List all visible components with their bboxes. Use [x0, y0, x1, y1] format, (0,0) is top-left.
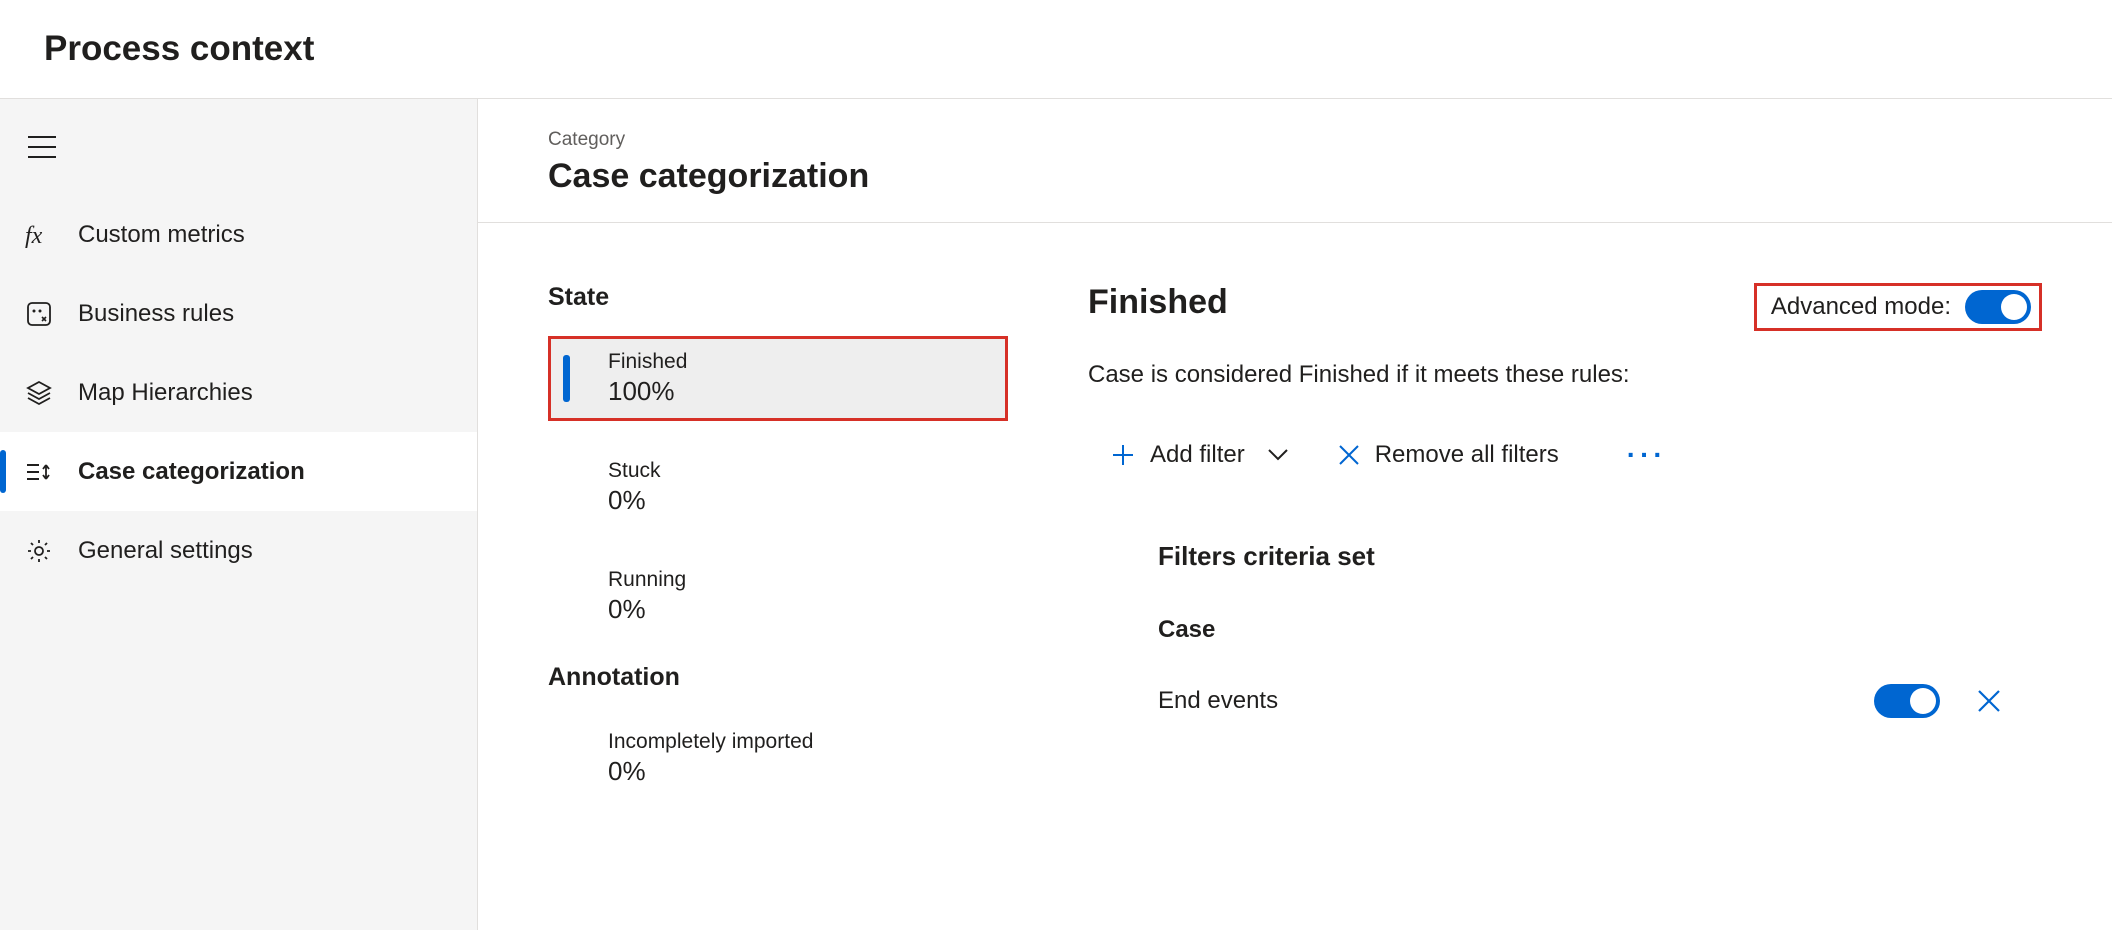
filter-actions: Add filter Remove all filters ···: [1110, 439, 2042, 471]
sidebar-item-custom-metrics[interactable]: fx Custom metrics: [0, 195, 477, 274]
toggle-knob: [1910, 688, 1936, 714]
sidebar: fx Custom metrics Business rules Map Hie…: [0, 99, 478, 930]
advanced-mode-toggle[interactable]: [1965, 290, 2031, 324]
close-icon: [1337, 443, 1361, 467]
add-filter-label: Add filter: [1150, 441, 1245, 469]
state-panel: State Finished 100% Stuck 0% Running 0% …: [548, 283, 1008, 825]
state-item-stuck[interactable]: Stuck 0%: [548, 445, 1008, 530]
state-item-label: Finished: [608, 350, 982, 374]
state-heading: State: [548, 283, 1008, 312]
sidebar-item-case-categorization[interactable]: Case categorization: [0, 432, 477, 511]
category-label: Category: [548, 129, 2042, 151]
sidebar-item-business-rules[interactable]: Business rules: [0, 274, 477, 353]
annotation-item-incompletely-imported[interactable]: Incompletely imported 0%: [548, 716, 1008, 801]
page-header: Process context: [0, 0, 2112, 99]
remove-all-filters-label: Remove all filters: [1375, 441, 1559, 469]
criteria-row-remove-button[interactable]: [1976, 688, 2002, 714]
advanced-mode-group: Advanced mode:: [1754, 283, 2042, 331]
sidebar-item-general-settings[interactable]: General settings: [0, 511, 477, 590]
detail-description: Case is considered Finished if it meets …: [1088, 361, 2042, 389]
toggle-knob: [2001, 294, 2027, 320]
criteria-heading: Filters criteria set: [1158, 541, 2042, 572]
sidebar-item-label: Case categorization: [78, 458, 305, 486]
criteria-row-controls: [1874, 684, 2002, 718]
detail-title: Finished: [1088, 283, 1228, 322]
plus-icon: [1110, 442, 1136, 468]
detail-panel: Finished Advanced mode: Case is consider…: [1088, 283, 2042, 825]
gear-icon: [24, 536, 54, 566]
criteria-sub-heading: Case: [1158, 616, 2042, 644]
main-header: Category Case categorization: [478, 99, 2112, 223]
rules-icon: [24, 299, 54, 329]
add-filter-button[interactable]: Add filter: [1110, 441, 1245, 469]
annotation-heading: Annotation: [548, 663, 1008, 692]
criteria-row-label: End events: [1158, 687, 1278, 715]
svg-text:fx: fx: [25, 223, 43, 249]
sidebar-item-label: Custom metrics: [78, 221, 245, 249]
categorization-icon: [24, 457, 54, 487]
page-title: Process context: [44, 29, 314, 69]
sidebar-item-map-hierarchies[interactable]: Map Hierarchies: [0, 353, 477, 432]
add-filter-split-button[interactable]: Add filter: [1110, 441, 1289, 469]
category-value: Case categorization: [548, 157, 2042, 196]
state-item-label: Stuck: [608, 459, 982, 483]
chevron-down-icon[interactable]: [1267, 448, 1289, 462]
more-actions-button[interactable]: ···: [1627, 439, 1667, 471]
layout: fx Custom metrics Business rules Map Hie…: [0, 99, 2112, 930]
fx-icon: fx: [24, 220, 54, 250]
sidebar-item-label: Business rules: [78, 300, 234, 328]
menu-icon: [28, 136, 56, 158]
state-item-running[interactable]: Running 0%: [548, 554, 1008, 639]
sidebar-item-label: Map Hierarchies: [78, 379, 253, 407]
state-item-finished[interactable]: Finished 100%: [548, 336, 1008, 421]
state-item-value: 0%: [608, 594, 982, 625]
criteria-row-end-events[interactable]: End events: [1158, 684, 2042, 718]
main: Category Case categorization State Finis…: [478, 99, 2112, 930]
layers-icon: [24, 378, 54, 408]
main-body: State Finished 100% Stuck 0% Running 0% …: [478, 223, 2112, 825]
state-item-value: 100%: [608, 376, 982, 407]
advanced-mode-label: Advanced mode:: [1771, 293, 1951, 321]
sidebar-item-label: General settings: [78, 537, 253, 565]
state-item-label: Running: [608, 568, 982, 592]
annotation-item-label: Incompletely imported: [608, 730, 982, 754]
criteria-row-toggle[interactable]: [1874, 684, 1940, 718]
annotation-item-value: 0%: [608, 756, 982, 787]
state-item-value: 0%: [608, 485, 982, 516]
remove-all-filters-button[interactable]: Remove all filters: [1337, 441, 1559, 469]
hamburger-button[interactable]: [18, 123, 66, 171]
detail-top: Finished Advanced mode:: [1088, 283, 2042, 331]
